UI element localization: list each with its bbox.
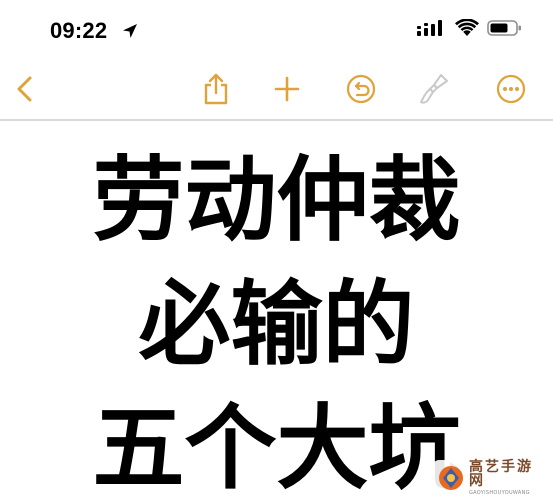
watermark-subtitle: GAOYISHOUYOUWANG bbox=[469, 490, 530, 496]
toolbar-divider bbox=[0, 119, 553, 121]
status-indicators bbox=[417, 19, 523, 37]
markup-button[interactable] bbox=[417, 72, 451, 106]
more-button[interactable] bbox=[494, 72, 528, 106]
watermark-logo-icon bbox=[439, 466, 463, 490]
share-button[interactable] bbox=[199, 72, 233, 106]
location-arrow-icon bbox=[123, 24, 137, 38]
share-icon bbox=[204, 73, 228, 105]
watermark-title: 高艺手游网 bbox=[469, 459, 533, 489]
chevron-left-icon bbox=[17, 76, 32, 102]
add-button[interactable] bbox=[270, 72, 304, 106]
note-line-2: 必输的 bbox=[138, 271, 415, 378]
watermark: 高艺手游网 GAOYISHOUYOUWANG bbox=[433, 460, 545, 496]
status-bar: 09:22 bbox=[0, 0, 553, 60]
status-time: 09:22 bbox=[50, 18, 108, 43]
undo-button[interactable] bbox=[344, 72, 378, 106]
notes-toolbar bbox=[0, 60, 553, 118]
note-line-1: 劳动仲裁 bbox=[92, 147, 461, 254]
plus-icon bbox=[274, 76, 300, 102]
paintbrush-icon bbox=[420, 74, 448, 104]
more-ellipsis-icon bbox=[496, 74, 526, 104]
back-button[interactable] bbox=[8, 72, 42, 106]
cellular-signal-icon bbox=[417, 20, 442, 36]
undo-icon bbox=[346, 74, 376, 104]
watermark-text: 高艺手游网 GAOYISHOUYOUWANG bbox=[469, 460, 541, 496]
note-body[interactable]: 劳动仲裁 必输的 五个大坑 bbox=[0, 122, 553, 500]
wifi-icon bbox=[455, 19, 479, 36]
battery-icon bbox=[487, 20, 521, 36]
